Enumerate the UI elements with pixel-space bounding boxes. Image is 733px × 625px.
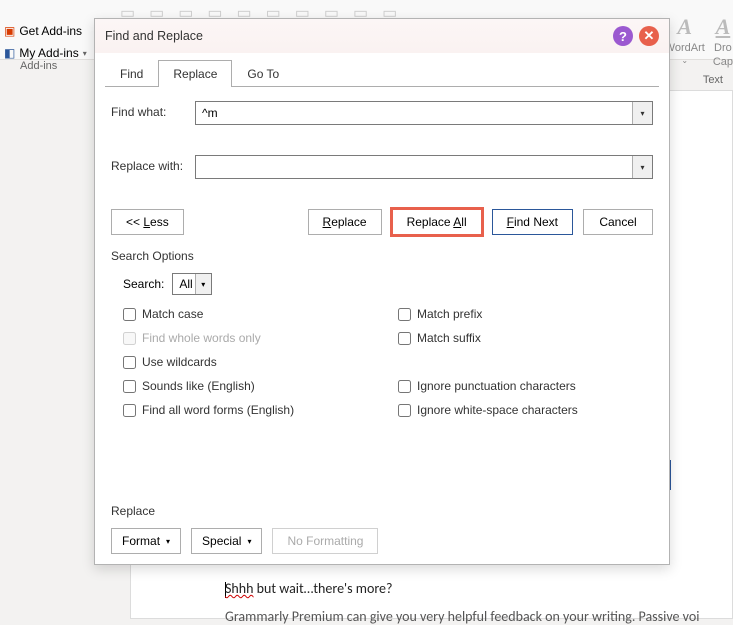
my-addins-label: My Add-ins — [19, 46, 78, 60]
search-direction-value: All — [179, 277, 192, 291]
special-button[interactable]: Special▾ — [191, 528, 262, 554]
format-buttons-row: Format▾ Special▾ No Formatting — [111, 528, 653, 554]
replace-with-row: Replace with: ▾ — [111, 155, 653, 179]
search-direction-select[interactable]: All ▾ — [172, 273, 211, 295]
replace-with-combo: ▾ — [195, 155, 653, 179]
format-button[interactable]: Format▾ — [111, 528, 181, 554]
tab-replace[interactable]: Replace — [158, 60, 232, 87]
options-right-col: Match prefix Match suffix Ignore punctua… — [398, 307, 653, 417]
dialog-titlebar[interactable]: Find and Replace ? ✕ — [95, 19, 669, 53]
doc-text-rest: but wait…there's more? — [254, 580, 393, 597]
find-replace-dialog: Find and Replace ? ✕ Find Replace Go To … — [94, 18, 670, 565]
find-what-label: Find what: — [111, 101, 187, 119]
dialog-title: Find and Replace — [105, 29, 607, 43]
dialog-button-row: << Less Replace Replace All Find Next Ca… — [111, 209, 653, 235]
wordart-icon: A — [677, 14, 692, 40]
replace-section-label: Replace — [111, 504, 653, 518]
ribbon-text-group: AWordArt⌄ ADroCap — [665, 14, 733, 68]
sounds-like-checkbox[interactable]: Sounds like (English) — [123, 379, 378, 393]
options-left-col: Match case Find whole words only Use wil… — [123, 307, 378, 417]
match-suffix-checkbox[interactable]: Match suffix — [398, 331, 653, 345]
wordart-label: WordArt — [665, 42, 705, 54]
help-icon[interactable]: ? — [613, 26, 633, 46]
search-label: Search: — [123, 277, 164, 291]
word-forms-checkbox[interactable]: Find all word forms (English) — [123, 403, 378, 417]
replace-button[interactable]: Replace — [308, 209, 382, 235]
dropcap-button[interactable]: A Dro Cap — [713, 14, 733, 68]
tab-find[interactable]: Find — [105, 60, 158, 87]
replace-with-dropdown-icon[interactable]: ▾ — [632, 156, 652, 178]
whole-words-checkbox: Find whole words only — [123, 331, 378, 345]
no-formatting-button: No Formatting — [272, 528, 378, 554]
dropcap-label2: Cap — [713, 56, 733, 68]
dropcap-icon: A — [716, 14, 731, 40]
wordart-button[interactable]: AWordArt⌄ — [665, 14, 705, 65]
ignore-whitespace-checkbox[interactable]: Ignore white-space characters — [398, 403, 653, 417]
find-what-dropdown-icon[interactable]: ▾ — [632, 102, 652, 124]
find-what-row: Find what: ▾ — [111, 101, 653, 125]
find-next-button[interactable]: Find Next — [492, 209, 573, 235]
less-button[interactable]: << Less — [111, 209, 184, 235]
addins-icon: ◧ — [4, 46, 15, 60]
replace-format-section: Replace Format▾ Special▾ No Formatting — [111, 448, 653, 554]
wildcards-checkbox[interactable]: Use wildcards — [123, 355, 378, 369]
doc-text-spellerror: Shhh — [225, 580, 254, 597]
document-line-1[interactable]: Shhh but wait…there's more? — [225, 580, 392, 598]
find-what-input[interactable] — [195, 101, 653, 125]
replace-with-label: Replace with: — [111, 155, 187, 173]
match-case-checkbox[interactable]: Match case — [123, 307, 378, 321]
replace-with-input[interactable] — [195, 155, 653, 179]
tab-goto[interactable]: Go To — [232, 60, 294, 87]
caret-down-icon: ▾ — [247, 537, 251, 546]
close-icon[interactable]: ✕ — [639, 26, 659, 46]
match-prefix-checkbox[interactable]: Match prefix — [398, 307, 653, 321]
text-group-label: Text — [703, 74, 723, 86]
ribbon-addins-group: ▣Get Add-ins ◧My Add-ins▾ — [0, 22, 91, 62]
chevron-down-icon: ▾ — [195, 274, 211, 294]
replace-all-button[interactable]: Replace All — [392, 209, 482, 235]
ignore-punct-checkbox[interactable]: Ignore punctuation characters — [398, 379, 653, 393]
addins-group-label: Add-ins — [20, 60, 57, 72]
dropcap-label1: Dro — [714, 42, 732, 54]
options-grid: Match case Find whole words only Use wil… — [123, 307, 653, 417]
dialog-body: Find what: ▾ Replace with: ▾ << Less Rep… — [95, 87, 669, 564]
dialog-tabs: Find Replace Go To — [95, 53, 669, 86]
find-what-combo: ▾ — [195, 101, 653, 125]
store-icon: ▣ — [4, 24, 15, 38]
get-addins-button[interactable]: ▣ Get Add-ins — [0, 22, 91, 40]
search-options-label: Search Options — [111, 249, 653, 263]
cancel-button[interactable]: Cancel — [583, 209, 653, 235]
caret-down-icon: ▾ — [166, 537, 170, 546]
search-direction-row: Search: All ▾ — [123, 273, 653, 295]
document-line-2[interactable]: Grammarly Premium can give you very help… — [225, 608, 699, 625]
get-addins-label: Get Add-ins — [19, 24, 82, 38]
